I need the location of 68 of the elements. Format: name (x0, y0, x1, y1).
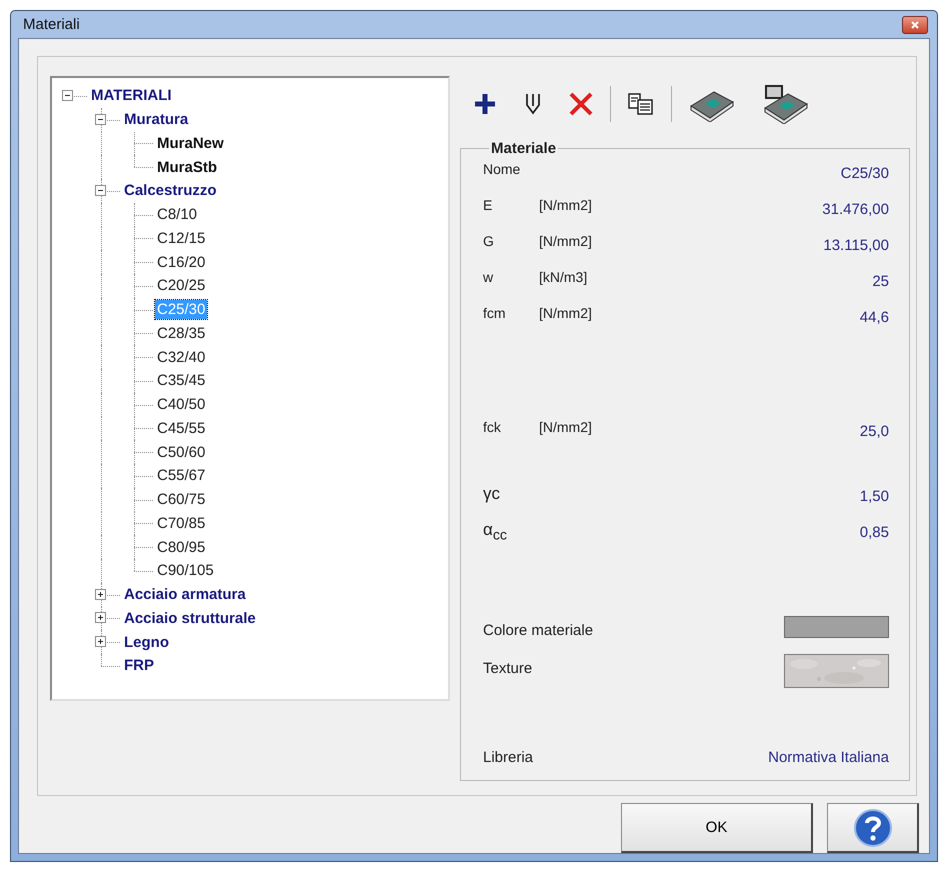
library-label: Libreria (483, 749, 534, 766)
ok-button[interactable]: OK (621, 803, 813, 853)
tree-item[interactable]: Calcestruzzo (122, 181, 219, 200)
tree-item[interactable]: C40/50 (155, 395, 208, 414)
tree-item[interactable]: C50/60 (155, 442, 208, 462)
tree-item[interactable]: Legno (122, 632, 171, 652)
color-label: Colore materiale (483, 621, 594, 639)
pen-icon[interactable] (524, 91, 542, 117)
unit-label: [N/mm2] (539, 233, 592, 249)
tree-item[interactable]: C60/75 (155, 490, 208, 510)
unit-label: [N/mm2] (539, 305, 592, 321)
collapse-icon[interactable] (95, 184, 106, 196)
group-title: Materiale (490, 140, 558, 157)
window-title: Materiali (23, 16, 80, 33)
tree-item[interactable]: C20/25 (155, 276, 208, 296)
tree-item[interactable]: C45/55 (155, 418, 208, 438)
close-button[interactable] (902, 16, 928, 34)
tree-item[interactable]: C16/20 (155, 252, 208, 272)
library-value: Normativa Italiana (768, 749, 889, 766)
color-swatch[interactable] (784, 616, 889, 638)
tree-item[interactable]: C8/10 (155, 205, 200, 224)
unit-label: [N/mm2] (539, 419, 592, 435)
add-icon[interactable] (472, 91, 498, 117)
property-value: C25/30 (840, 164, 889, 182)
property-value: 25 (872, 272, 889, 290)
book-save-icon[interactable] (762, 84, 810, 124)
tree-item[interactable]: C70/85 (155, 514, 208, 533)
tree-item[interactable]: Muratura (122, 110, 190, 130)
help-icon (852, 808, 892, 848)
property-label: α$_{cc}$ (483, 520, 508, 544)
property-value: 44,6 (860, 308, 889, 326)
expand-icon[interactable] (95, 588, 106, 600)
delete-icon[interactable] (568, 92, 594, 116)
tree-item[interactable]: C12/15 (155, 228, 208, 248)
texture-label: Texture (483, 659, 532, 677)
property-value: 31.476,00 (822, 200, 889, 218)
tree-item[interactable]: Acciaio armatura (122, 585, 248, 604)
property-value: 25,0 (860, 422, 889, 440)
property-label: w (483, 269, 494, 285)
property-value: 1,50 (860, 487, 889, 505)
tree-item[interactable]: FRP (122, 656, 156, 676)
unit-label: [kN/m3] (539, 269, 588, 285)
property-label: fck (483, 419, 502, 435)
close-icon (910, 20, 920, 30)
help-button[interactable] (827, 803, 919, 853)
copy-icon[interactable] (627, 92, 655, 116)
tree-item[interactable]: MuraNew (155, 134, 226, 153)
tree-item[interactable]: C80/95 (155, 538, 208, 557)
property-label: Nome (483, 161, 522, 177)
tree-item[interactable]: MATERIALI (89, 86, 174, 106)
property-value: 0,85 (860, 523, 889, 541)
unit-label: [N/mm2] (539, 197, 592, 213)
tree-item[interactable]: C55/67 (155, 466, 208, 486)
tree-item[interactable]: Acciaio strutturale (122, 608, 258, 628)
tree-item[interactable]: C28/35 (155, 324, 208, 343)
tree-item[interactable]: C35/45 (155, 371, 208, 390)
tree-item[interactable]: C90/105 (155, 561, 216, 580)
expand-icon[interactable] (95, 612, 106, 624)
collapse-icon[interactable] (62, 90, 73, 101)
property-value: 13.115,00 (823, 236, 889, 254)
expand-icon[interactable] (95, 636, 106, 648)
tree-item[interactable]: C32/40 (155, 348, 208, 367)
collapse-icon[interactable] (95, 114, 106, 125)
property-label: fcm (483, 305, 507, 321)
property-label: E (483, 197, 494, 213)
property-label: γc (483, 484, 501, 504)
tree-item[interactable]: MuraStb (155, 158, 219, 177)
property-label: G (483, 233, 495, 249)
